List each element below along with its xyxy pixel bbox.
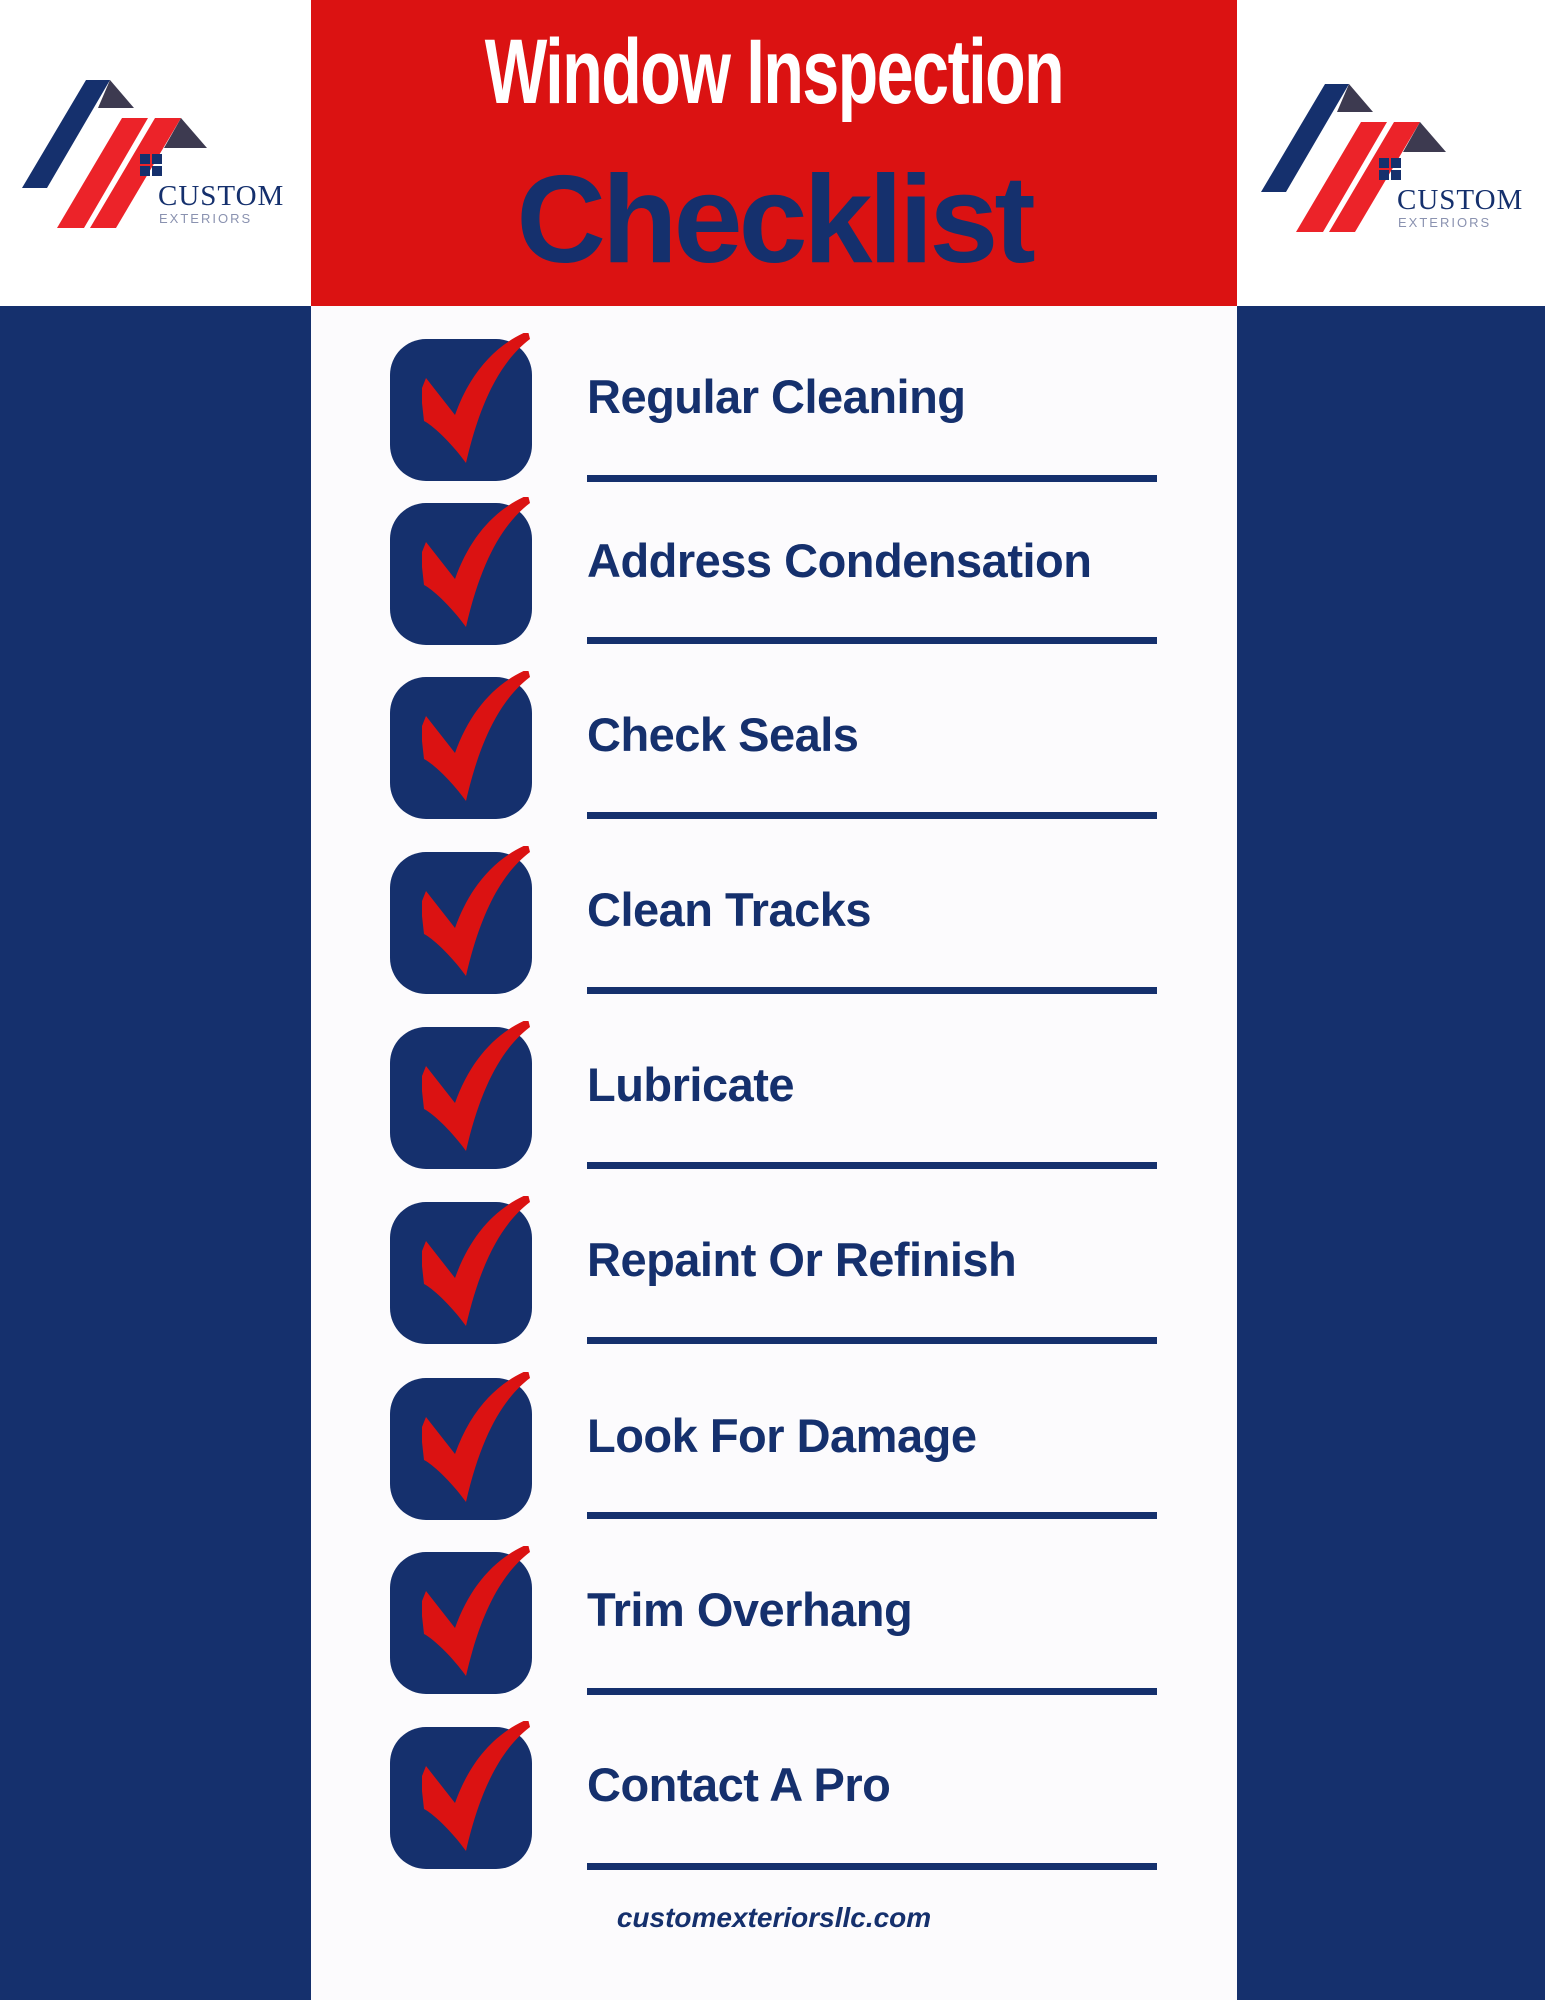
checklist-item: Repaint Or Refinish bbox=[390, 1196, 1160, 1352]
checkmark-icon bbox=[422, 1546, 530, 1676]
checklist-item-label: Repaint Or Refinish bbox=[587, 1233, 1017, 1286]
checklist-item: Clean Tracks bbox=[390, 846, 1160, 1002]
checklist-item-label: Trim Overhang bbox=[587, 1583, 913, 1636]
header-banner: Window Inspection Checklist bbox=[311, 0, 1237, 306]
checklist-item: Address Condensation bbox=[390, 497, 1160, 653]
item-divider bbox=[587, 812, 1157, 819]
checkbox[interactable] bbox=[390, 1546, 532, 1694]
checklist-item: Check Seals bbox=[390, 671, 1160, 827]
checkbox[interactable] bbox=[390, 1372, 532, 1520]
item-divider bbox=[587, 1688, 1157, 1695]
logo-tagline: EXTERIORS bbox=[159, 211, 253, 226]
checkbox[interactable] bbox=[390, 333, 532, 481]
checkbox[interactable] bbox=[390, 846, 532, 994]
website-link[interactable]: customexteriorsllc.com bbox=[311, 1904, 1237, 1932]
page-title: Window Inspection bbox=[484, 21, 1065, 123]
checklist-item-label: Regular Cleaning bbox=[587, 370, 966, 423]
checklist-item: Trim Overhang bbox=[390, 1546, 1160, 1702]
item-divider bbox=[587, 987, 1157, 994]
checkmark-icon bbox=[422, 1196, 530, 1326]
checkmark-icon bbox=[422, 846, 530, 976]
checkbox[interactable] bbox=[390, 1196, 532, 1344]
logo-name: CUSTOM bbox=[158, 180, 285, 212]
left-side-panel bbox=[0, 306, 311, 2000]
item-divider bbox=[587, 475, 1157, 482]
item-divider bbox=[587, 1863, 1157, 1870]
item-divider bbox=[587, 1512, 1157, 1519]
right-side-panel bbox=[1237, 306, 1545, 2000]
checkbox[interactable] bbox=[390, 1721, 532, 1869]
checkmark-icon bbox=[422, 333, 530, 463]
item-divider bbox=[587, 1337, 1157, 1344]
checklist-item: Regular Cleaning bbox=[390, 333, 1160, 489]
checkbox[interactable] bbox=[390, 497, 532, 645]
checkbox[interactable] bbox=[390, 1021, 532, 1169]
checklist-item-label: Address Condensation bbox=[587, 534, 1092, 587]
checklist-item-label: Contact A Pro bbox=[587, 1758, 891, 1811]
checkmark-icon bbox=[422, 671, 530, 801]
checklist-item: Lubricate bbox=[390, 1021, 1160, 1177]
checkmark-icon bbox=[422, 1372, 530, 1502]
item-divider bbox=[587, 1162, 1157, 1169]
checklist-item-label: Check Seals bbox=[587, 708, 859, 761]
checklist-item-label: Clean Tracks bbox=[587, 883, 872, 936]
house-roof-icon bbox=[1261, 84, 1446, 232]
house-roof-icon bbox=[22, 80, 207, 228]
checkbox[interactable] bbox=[390, 671, 532, 819]
page-subtitle: Checklist bbox=[516, 151, 1035, 289]
logo-tagline: EXTERIORS bbox=[1398, 215, 1492, 230]
logo-name: CUSTOM bbox=[1397, 184, 1524, 216]
company-logo-right: CUSTOM EXTERIORS bbox=[1253, 82, 1545, 282]
checklist-item-label: Look For Damage bbox=[587, 1409, 977, 1462]
checkmark-icon bbox=[422, 497, 530, 627]
item-divider bbox=[587, 637, 1157, 644]
checklist-item: Look For Damage bbox=[390, 1372, 1160, 1528]
checkmark-icon bbox=[422, 1721, 530, 1851]
checklist-item: Contact A Pro bbox=[390, 1721, 1160, 1877]
company-logo-left: CUSTOM EXTERIORS bbox=[14, 78, 314, 278]
checkmark-icon bbox=[422, 1021, 530, 1151]
checklist-item-label: Lubricate bbox=[587, 1058, 795, 1111]
